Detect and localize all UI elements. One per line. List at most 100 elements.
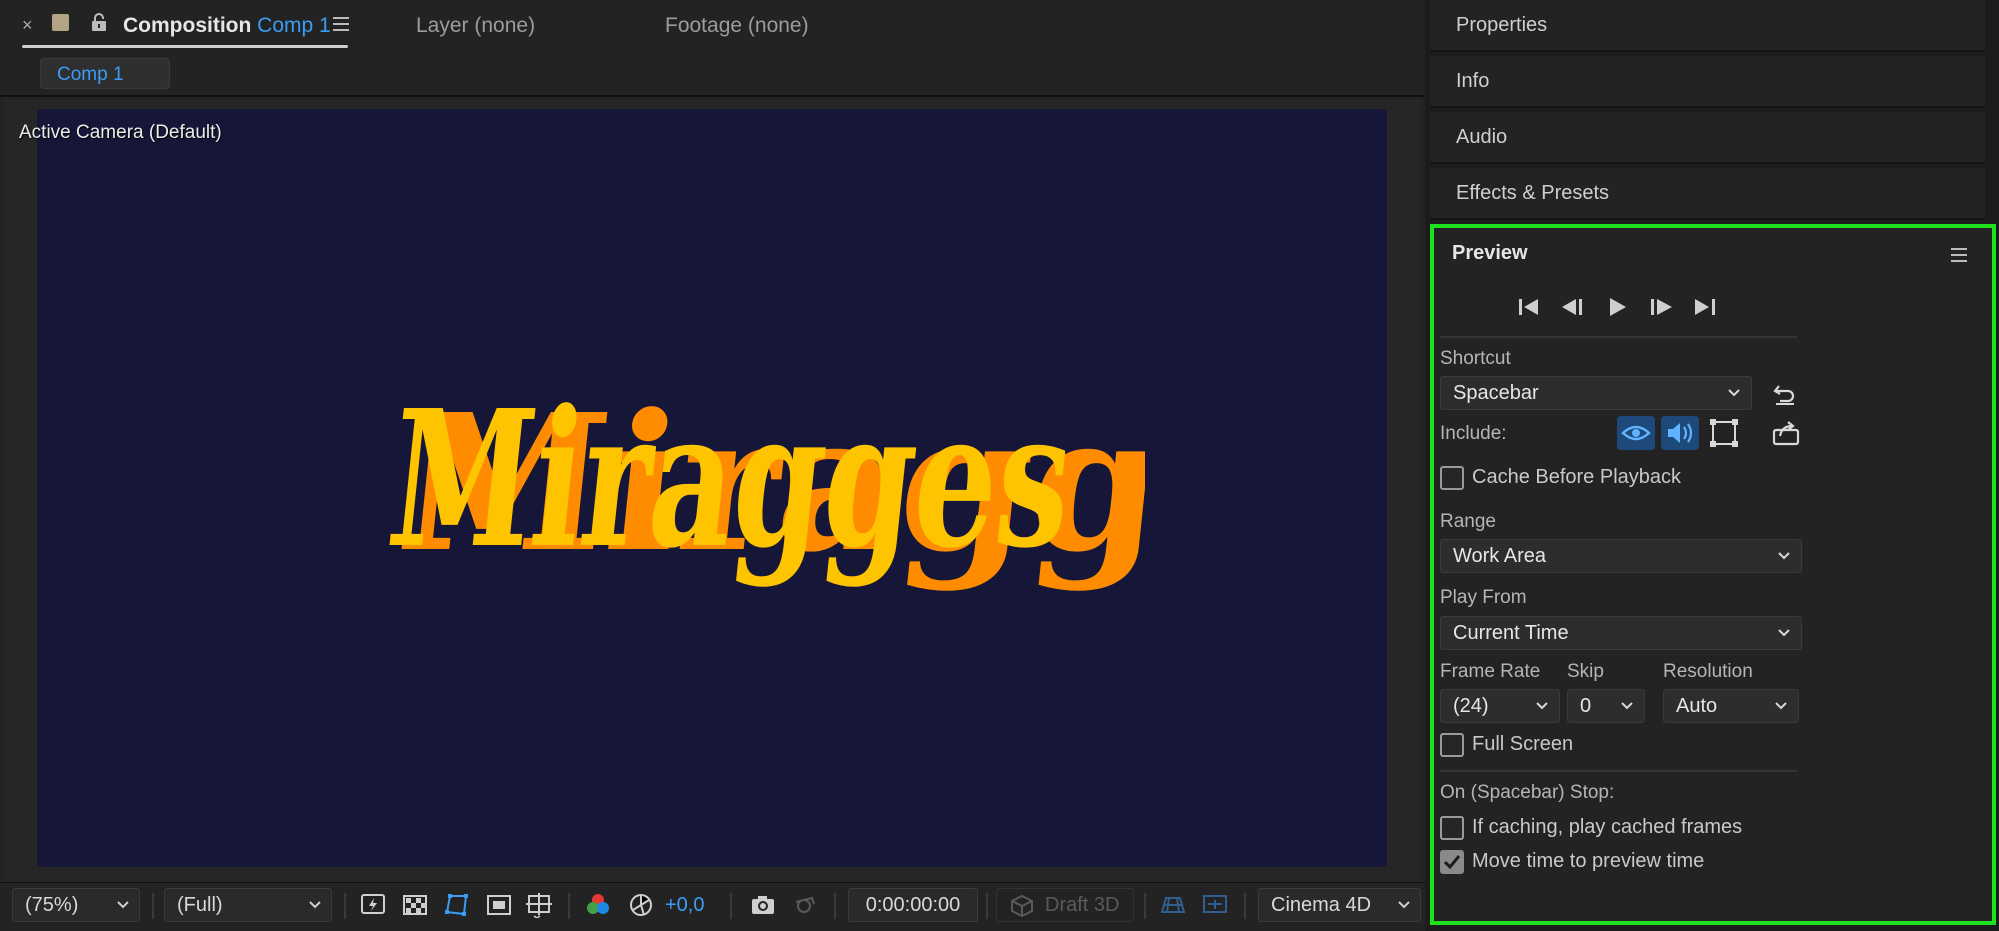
lock-icon[interactable] (90, 12, 108, 32)
chevron-down-icon (1398, 901, 1410, 909)
include-audio-icon[interactable] (1661, 416, 1699, 450)
audio-panel-header[interactable]: Audio (1430, 112, 1985, 164)
composition-tab-comp-name: Comp 1 (257, 14, 331, 37)
panel-menu-icon[interactable] (333, 17, 349, 31)
draft-3d-label: Draft 3D (1045, 894, 1120, 916)
frame-rate-dropdown[interactable]: (24) (1440, 689, 1560, 723)
full-screen-label: Full Screen (1472, 733, 1574, 755)
if-caching-label: If caching, play cached frames (1472, 816, 1743, 838)
divider (1440, 336, 1797, 338)
transparency-grid-icon[interactable] (402, 892, 428, 918)
toolbar-divider (1244, 893, 1246, 919)
toolbar-divider (834, 893, 836, 919)
magnification-dropdown[interactable]: (75%) (12, 888, 140, 922)
exposure-reset-icon[interactable] (628, 892, 654, 918)
chevron-down-icon (1778, 552, 1790, 560)
reset-shortcut-icon[interactable] (1772, 382, 1798, 406)
composition-tab-label: Composition (123, 14, 252, 37)
chevron-down-icon (1621, 702, 1633, 710)
chevron-down-icon (309, 901, 321, 909)
divider (1440, 770, 1797, 772)
tab-layer[interactable]: Layer (none) (416, 14, 535, 38)
frame-rate-label: Frame Rate (1440, 661, 1541, 682)
export-preview-icon[interactable] (1772, 420, 1800, 446)
frame-rate-value: (24) (1453, 695, 1489, 717)
next-frame-icon[interactable] (1646, 292, 1676, 322)
preview-resolution-value: Auto (1676, 695, 1718, 717)
cache-before-playback-label: Cache Before Playback (1472, 466, 1682, 488)
composition-color-swatch (52, 14, 69, 31)
cache-before-playback-checkbox[interactable] (1440, 466, 1464, 490)
checkmark-icon (1443, 855, 1461, 870)
active-camera-label: Active Camera (Default) (19, 122, 222, 143)
previous-frame-icon[interactable] (1558, 292, 1588, 322)
composition-tab-row: × Composition Comp 1 Layer (none) Footag… (0, 0, 1425, 52)
include-overlay-icon[interactable] (1705, 416, 1743, 450)
play-from-dropdown[interactable]: Current Time (1440, 616, 1802, 650)
chevron-down-icon (1778, 629, 1790, 637)
skip-label: Skip (1567, 661, 1604, 682)
fast-previews-icon[interactable] (360, 892, 386, 918)
3d-text-face: Miragges (385, 369, 1083, 589)
chevron-down-icon (1775, 702, 1787, 710)
on-stop-label: On (Spacebar) Stop: (1440, 782, 1615, 803)
exposure-value[interactable]: +0,0 (665, 894, 704, 917)
move-time-label: Move time to preview time (1472, 850, 1705, 872)
range-dropdown[interactable]: Work Area (1440, 539, 1802, 573)
toolbar-divider (730, 893, 732, 919)
range-value: Work Area (1453, 545, 1546, 567)
resolution-value: (Full) (177, 894, 223, 916)
preview-panel: Preview Shortcut Spacebar Include: Cache… (1430, 224, 1996, 925)
show-snapshot-icon[interactable] (792, 892, 818, 918)
channel-icon[interactable] (585, 892, 611, 918)
toolbar-divider (344, 893, 346, 919)
resolution-dropdown[interactable]: (Full) (164, 888, 332, 922)
comp-breadcrumb-chip[interactable]: Comp 1 (40, 58, 170, 89)
guides-icon[interactable] (526, 892, 552, 918)
composition-bottom-toolbar: (75%) (Full) +0,0 0:00:00:00 Draft 3D Ci… (0, 882, 1425, 931)
composition-panel: × Composition Comp 1 Layer (none) Footag… (0, 0, 1425, 931)
info-panel-header[interactable]: Info (1430, 56, 1985, 108)
3d-view-icon[interactable] (1202, 892, 1228, 918)
include-video-icon[interactable] (1617, 416, 1655, 450)
include-label: Include: (1440, 423, 1507, 444)
preview-panel-title: Preview (1452, 242, 1528, 264)
resolution-dropdown[interactable]: Auto (1663, 689, 1799, 723)
effects-presets-panel-header[interactable]: Effects & Presets (1430, 168, 1985, 220)
resolution-label: Resolution (1663, 661, 1753, 682)
play-from-label: Play From (1440, 587, 1527, 608)
play-icon[interactable] (1602, 292, 1632, 322)
toolbar-divider (152, 893, 154, 919)
if-caching-checkbox[interactable] (1440, 816, 1464, 840)
toolbar-divider (568, 893, 570, 919)
current-time-display[interactable]: 0:00:00:00 (848, 888, 978, 922)
tab-composition[interactable]: Composition Comp 1 (123, 14, 331, 38)
skip-value: 0 (1580, 695, 1592, 717)
active-tab-underline (22, 45, 348, 48)
3d-text-layer[interactable]: Miragges Miragges (385, 365, 1145, 600)
move-time-checkbox[interactable] (1440, 850, 1464, 874)
draft-3d-toggle[interactable]: Draft 3D (996, 888, 1134, 922)
renderer-dropdown[interactable]: Cinema 4D (1258, 888, 1421, 922)
panel-menu-icon[interactable] (1951, 248, 1967, 262)
region-of-interest-icon[interactable] (486, 892, 512, 918)
tab-footage[interactable]: Footage (none) (665, 14, 809, 38)
draft-3d-icon (1011, 894, 1033, 918)
composition-navigator-bar: Comp 1 (0, 52, 1425, 97)
full-screen-checkbox[interactable] (1440, 733, 1464, 757)
snapshot-icon[interactable] (750, 892, 776, 918)
chevron-down-icon (117, 901, 129, 909)
magnification-value: (75%) (25, 894, 79, 916)
shortcut-dropdown[interactable]: Spacebar (1440, 376, 1752, 410)
transport-controls (1514, 292, 1744, 322)
3d-ground-icon[interactable] (1160, 892, 1186, 918)
chevron-down-icon (1536, 702, 1548, 710)
first-frame-icon[interactable] (1514, 292, 1544, 322)
mask-path-icon[interactable] (444, 892, 470, 918)
last-frame-icon[interactable] (1690, 292, 1720, 322)
properties-panel-header[interactable]: Properties (1430, 0, 1985, 52)
toolbar-divider (986, 893, 988, 919)
skip-dropdown[interactable]: 0 (1567, 689, 1645, 723)
range-label: Range (1440, 511, 1496, 532)
close-tab-icon[interactable]: × (22, 15, 33, 36)
